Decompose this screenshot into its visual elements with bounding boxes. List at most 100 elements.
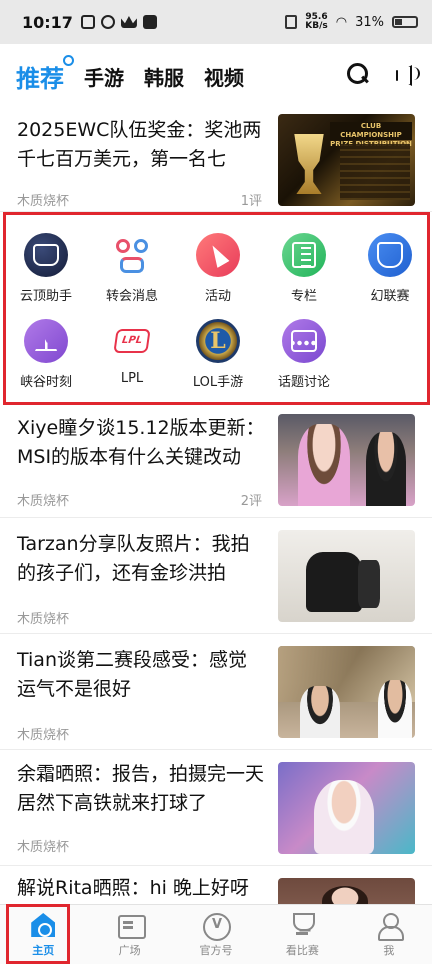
official-icon [203,913,232,941]
nav-label: 我 [383,944,395,957]
transfer-icon [110,233,154,277]
tab-video[interactable]: 视频 [204,62,244,91]
news-title: Xiye瞳夕谈15.12版本更新：MSI的版本有什么关键改动 [17,417,265,468]
me-icon [376,913,404,941]
news-comment-count: 2评 [240,494,262,509]
nav-label: 广场 [118,944,141,957]
yunding-icon [24,233,68,277]
quick-entry-label: LOL手游 [192,375,244,390]
news-thumbnail [278,646,415,738]
news-author: 木质烧杯 [17,194,70,209]
quick-entry-label: LPL [120,371,144,386]
person-photo [366,432,406,506]
quick-entry-transfer[interactable]: 转会消息 [92,233,172,304]
app-icon [100,15,115,29]
person-photo [298,424,350,506]
news-thumbnail [278,762,415,854]
news-item[interactable]: 余霜晒照：报告，拍摄完一天居然下高铁就来打球了 木质烧杯 [0,750,432,866]
lpl-badge-text: LPL [113,329,151,353]
topic-icon [282,319,326,363]
thumbnail-caption: CLUB CHAMPIONSHIP PRIZE DISTRIBUTION [330,122,412,148]
status-right: 95.6 KB/s ◠ 31% [285,13,418,31]
tab-mobile-game[interactable]: 手游 [84,62,124,91]
nav-me[interactable]: 我 [346,905,432,964]
news-item[interactable]: Tian谈第二赛段感受：感觉运气不是很好 木质烧杯 [0,634,432,750]
status-bar: 10:17 95.6 KB/s ◠ 31% [0,0,432,44]
quick-entry-lpl[interactable]: LPL LPL [92,319,172,386]
news-item[interactable]: Tarzan分享队友照片：我拍的孩子们，还有金珍洪拍 木质烧杯 [0,518,432,634]
quick-entry-fantasy-league[interactable]: 幻联赛 [350,233,430,304]
trophy-icon [289,913,316,937]
person-photo [300,686,340,738]
network-speed: 95.6 KB/s [305,13,327,31]
quick-entry-label: 活动 [204,289,231,304]
fantasy-league-icon [368,233,412,277]
news-thumbnail [278,414,415,506]
lpl-icon: LPL [110,319,154,363]
news-title: 解说Rita晒照：hi 晚上好呀 [17,877,249,899]
header-actions [346,62,420,86]
news-item[interactable]: 2025EWC队伍奖金：奖池两千七百万美元，第一名七 木质烧杯 1评 CLUB … [0,108,432,212]
trophy-graphic [294,134,324,194]
quick-entry-label: 峡谷时刻 [19,375,72,390]
quick-entry-label: 幻联赛 [370,289,410,304]
person-photo [314,780,374,854]
news-title: Tian谈第二赛段感受：感觉运气不是很好 [17,649,247,700]
tiktok-icon [142,15,157,29]
status-notification-icons [80,15,157,29]
top-tab-bar: 推荐 手游 韩服 视频 [0,44,432,108]
vibrate-icon [285,15,298,29]
quick-entry-activity[interactable]: 活动 [178,233,258,304]
news-author: 木质烧杯 [17,840,70,855]
wifi-icon: ◠ [335,14,348,30]
news-author: 木质烧杯 [17,728,70,743]
search-icon[interactable] [346,62,370,86]
speaker-icon[interactable] [394,62,420,86]
tab-korean-server[interactable]: 韩服 [144,62,184,91]
party-icon [196,233,240,277]
news-thumbnail [278,530,415,622]
home-highlight-frame [6,904,70,964]
crown-icon [120,16,137,28]
news-comment-count: 1评 [240,194,262,209]
canyon-moment-icon [24,319,68,363]
news-thumbnail: CLUB CHAMPIONSHIP PRIZE DISTRIBUTION [278,114,415,206]
nav-label: 官方号 [199,944,233,957]
status-time: 10:17 [22,12,73,32]
news-item[interactable]: 解说Rita晒照：hi 晚上好呀 [0,866,432,904]
quick-entry-grid: 云顶助手 转会消息 活动 专栏 幻联赛 峡谷时刻 LPL LPL LOL手游 话… [3,212,430,405]
quick-entry-label: 专栏 [290,289,317,304]
quick-entry-label: 话题讨论 [277,375,330,390]
quick-entry-column[interactable]: 专栏 [264,233,344,304]
quick-entry-label: 转会消息 [105,289,158,304]
network-speed-unit: KB/s [305,21,328,31]
news-author: 木质烧杯 [17,612,70,627]
news-title: 2025EWC队伍奖金：奖池两千七百万美元，第一名七 [17,119,262,170]
quick-entry-label: 云顶助手 [19,289,72,304]
quick-entry-yunding[interactable]: 云顶助手 [6,233,86,304]
person-photo [322,886,368,904]
tab-recommend[interactable]: 推荐 [16,54,74,94]
battery-icon [392,16,418,28]
news-title: Tarzan分享队友照片：我拍的孩子们，还有金珍洪拍 [17,533,250,584]
news-thumbnail [278,878,415,904]
column-icon [282,233,326,277]
quick-entry-topic[interactable]: 话题讨论 [264,319,344,390]
news-author: 木质烧杯 [17,494,70,509]
nav-watch-match[interactable]: 看比赛 [259,905,345,964]
nav-official[interactable]: 官方号 [173,905,259,964]
news-item[interactable]: Xiye瞳夕谈15.12版本更新：MSI的版本有什么关键改动 木质烧杯 2评 [0,406,432,518]
prize-table-graphic [340,144,410,200]
chair-photo [358,560,380,608]
square-icon [117,913,146,939]
nav-square[interactable]: 广场 [86,905,172,964]
battery-percent: 31% [355,14,384,30]
person-photo [378,680,412,738]
quick-entry-canyon-moment[interactable]: 峡谷时刻 [6,319,86,390]
nav-label: 看比赛 [285,944,319,957]
lol-mobile-icon [196,319,240,363]
notification-icon [80,15,95,29]
quick-entry-lol-mobile[interactable]: LOL手游 [178,319,258,390]
person-photo [306,552,362,612]
news-title: 余霜晒照：报告，拍摄完一天居然下高铁就来打球了 [17,763,265,814]
